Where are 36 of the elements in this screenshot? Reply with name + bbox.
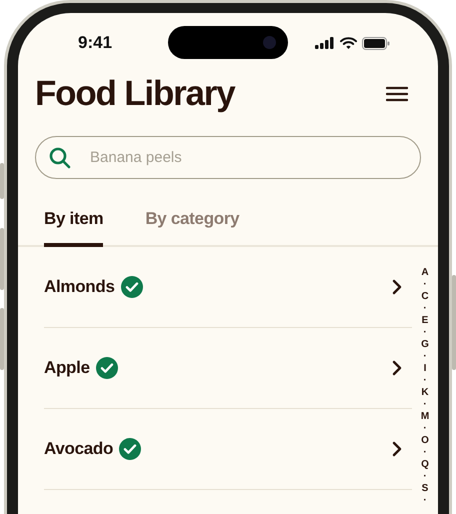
index-letter[interactable]: K (421, 387, 429, 399)
index-letter[interactable]: Q (421, 459, 429, 471)
index-letter[interactable]: O (421, 435, 429, 447)
index-letter[interactable]: E (422, 315, 428, 327)
index-letter[interactable]: · (423, 423, 427, 435)
index-letter[interactable]: · (423, 327, 427, 339)
index-letter[interactable]: · (423, 447, 427, 459)
index-letter[interactable]: · (423, 471, 427, 483)
chevron-right-icon[interactable] (392, 279, 402, 295)
index-letter[interactable]: G (421, 339, 429, 351)
index-letter[interactable]: · (423, 375, 427, 387)
search-field[interactable]: Banana peels (35, 136, 421, 179)
chevron-right-icon[interactable] (392, 441, 402, 457)
index-letter[interactable]: · (423, 495, 427, 507)
wifi-icon (340, 37, 357, 49)
index-letter[interactable]: I (424, 363, 426, 375)
food-name[interactable]: Avocado (44, 439, 114, 459)
index-letter[interactable]: C (421, 291, 429, 303)
index-letter[interactable]: · (423, 399, 427, 411)
index-letter[interactable]: · (423, 279, 427, 291)
tab[interactable]: By category (145, 205, 240, 247)
index-letter[interactable]: · (423, 303, 427, 315)
index-letter[interactable]: S (422, 483, 428, 495)
food-name[interactable]: Apple (44, 358, 90, 378)
food-name[interactable]: Almonds (44, 277, 115, 297)
tab[interactable]: By item (44, 205, 104, 247)
signal-icon (315, 37, 335, 49)
index-letter[interactable]: A (421, 267, 429, 279)
battery-icon (362, 36, 390, 50)
index-letter[interactable]: M (420, 411, 430, 423)
search-icon (49, 147, 71, 169)
chevron-right-icon[interactable] (392, 360, 402, 376)
menu-icon[interactable] (386, 86, 408, 102)
index-letter[interactable]: · (423, 351, 427, 363)
page-title: Food Library (35, 73, 234, 115)
status-time: 9:41 (78, 33, 112, 53)
